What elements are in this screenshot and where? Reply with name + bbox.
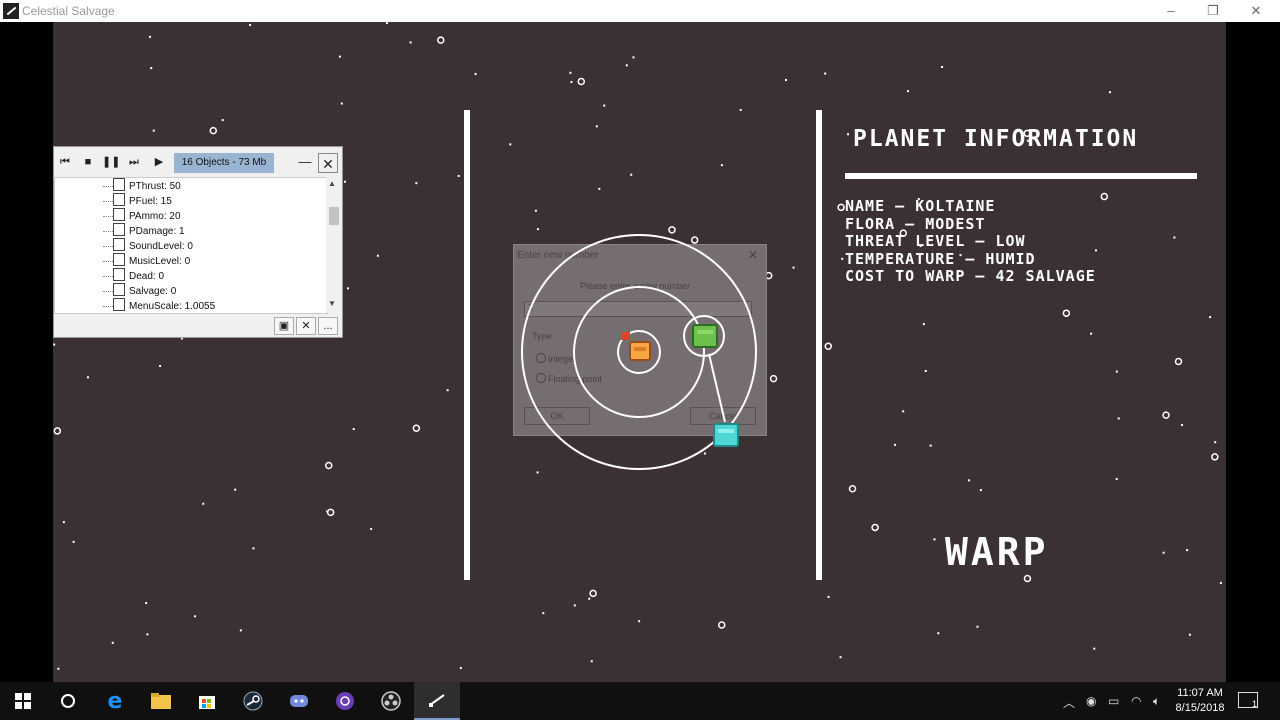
game-viewport[interactable]: PLANET INFORMATION NAME – KOLTAINE FLORA… [53, 22, 1226, 682]
file-explorer-icon[interactable] [138, 682, 184, 720]
green-planet-icon[interactable] [692, 324, 718, 348]
steam-icon[interactable] [230, 682, 276, 720]
variable-row[interactable]: PAmmo: 20 [113, 208, 181, 223]
variable-icon [113, 193, 125, 206]
battery-icon[interactable]: ▭ [1108, 694, 1119, 708]
tray-steam-icon[interactable]: ◉ [1086, 694, 1096, 708]
tray-overflow-icon[interactable]: ︿ [1063, 694, 1075, 711]
green-planet-stripe [697, 330, 713, 334]
variable-icon [113, 178, 125, 191]
variable-icon [113, 268, 125, 281]
variable-row[interactable]: SoundLevel: 0 [113, 238, 193, 253]
window-title: Celestial Salvage [22, 4, 115, 18]
debugger-minimize-button[interactable]: — [294, 152, 316, 174]
play-icon[interactable]: ▶ [150, 154, 168, 170]
debugger-toolbar: ⏮ ■ ❚❚ ⏭ ▶ 16 Objects - 73 Mb — ✕ [54, 147, 342, 177]
sun-icon-stripe [634, 347, 646, 351]
notification-count: 1 [1251, 699, 1257, 709]
action-center-icon[interactable]: 1 [1238, 692, 1258, 709]
variable-list-scrollbar[interactable]: ▲ ▼ [326, 177, 341, 312]
scroll-down-icon[interactable]: ▼ [328, 299, 336, 308]
stop-icon[interactable]: ■ [79, 154, 97, 170]
clock-time: 11:07 AM [1177, 687, 1223, 699]
restore-button[interactable]: ❐ [1190, 0, 1236, 22]
tree-connector [103, 186, 113, 188]
debugger-status: 16 Objects - 73 Mb [174, 153, 274, 173]
wifi-icon[interactable]: ◠ [1131, 694, 1141, 708]
letterbox-left [0, 22, 53, 682]
variable-icon [113, 253, 125, 266]
debugger-close-button[interactable]: ✕ [318, 153, 338, 173]
variable-row[interactable]: PFuel: 15 [113, 193, 172, 208]
more-button[interactable]: ... [318, 317, 338, 335]
player-ship-stripe [718, 429, 734, 433]
volume-icon[interactable]: 🔈︎ [1153, 694, 1160, 709]
variable-row[interactable]: MusicLevel: 0 [113, 253, 190, 268]
scroll-up-icon[interactable]: ▲ [328, 179, 336, 188]
edge-icon[interactable]: e [92, 682, 138, 720]
close-window-button[interactable]: ✕ [1233, 0, 1279, 22]
small-moon-icon[interactable] [621, 332, 630, 340]
taskbar: e ︿ ◉ ▭ ◠ 🔈︎ [0, 682, 1280, 720]
tree-connector [103, 306, 113, 308]
discord-icon[interactable] [276, 682, 322, 720]
step-icon[interactable]: ⏭ [125, 154, 143, 170]
route-line [708, 353, 726, 423]
add-watch-icon[interactable]: ▣ [274, 317, 294, 335]
variable-icon [113, 223, 125, 236]
tree-connector [103, 231, 113, 233]
tree-connector [103, 216, 113, 218]
celestial-salvage-icon[interactable] [414, 682, 460, 720]
tree-connector [103, 276, 113, 278]
tree-connector [103, 261, 113, 263]
cortana-icon[interactable] [45, 682, 91, 720]
window-titlebar: Celestial Salvage – ❐ ✕ [0, 0, 1280, 22]
variable-icon [113, 283, 125, 296]
obs-icon[interactable] [368, 682, 414, 720]
letterbox-right [1226, 22, 1280, 682]
store-icon[interactable] [184, 682, 230, 720]
scroll-thumb[interactable] [329, 207, 339, 225]
remove-watch-icon[interactable]: ✕ [296, 317, 316, 335]
variable-row[interactable]: Salvage: 0 [113, 283, 176, 298]
variable-list[interactable]: PThrust: 50 PFuel: 15 PAmmo: 20 PDamage:… [54, 177, 328, 314]
variable-row[interactable]: PDamage: 1 [113, 223, 185, 238]
tree-connector [103, 201, 113, 203]
minimize-button[interactable]: – [1148, 0, 1194, 22]
windows-start-icon[interactable] [0, 682, 46, 720]
app-logo-icon [3, 3, 19, 19]
variable-row[interactable]: MenuScale: 1.0055 [113, 298, 215, 313]
variable-icon [113, 208, 125, 221]
variable-row[interactable]: PThrust: 50 [113, 178, 181, 193]
variable-icon [113, 298, 125, 311]
tree-connector [103, 246, 113, 248]
variable-icon [113, 238, 125, 251]
pause-icon[interactable]: ❚❚ [102, 154, 120, 170]
variable-row[interactable]: Dead: 0 [113, 268, 164, 283]
player-ship-icon[interactable] [713, 423, 739, 447]
system-clock[interactable]: 11:07 AM 8/15/2018 [1168, 686, 1232, 716]
tree-connector [103, 291, 113, 293]
debugger-window[interactable]: ⏮ ■ ❚❚ ⏭ ▶ 16 Objects - 73 Mb — ✕ PThrus… [53, 146, 343, 338]
purple-app-icon[interactable] [322, 682, 368, 720]
clock-date: 8/15/2018 [1175, 702, 1225, 714]
star-map [521, 234, 757, 470]
restart-icon[interactable]: ⏮ [56, 154, 74, 170]
